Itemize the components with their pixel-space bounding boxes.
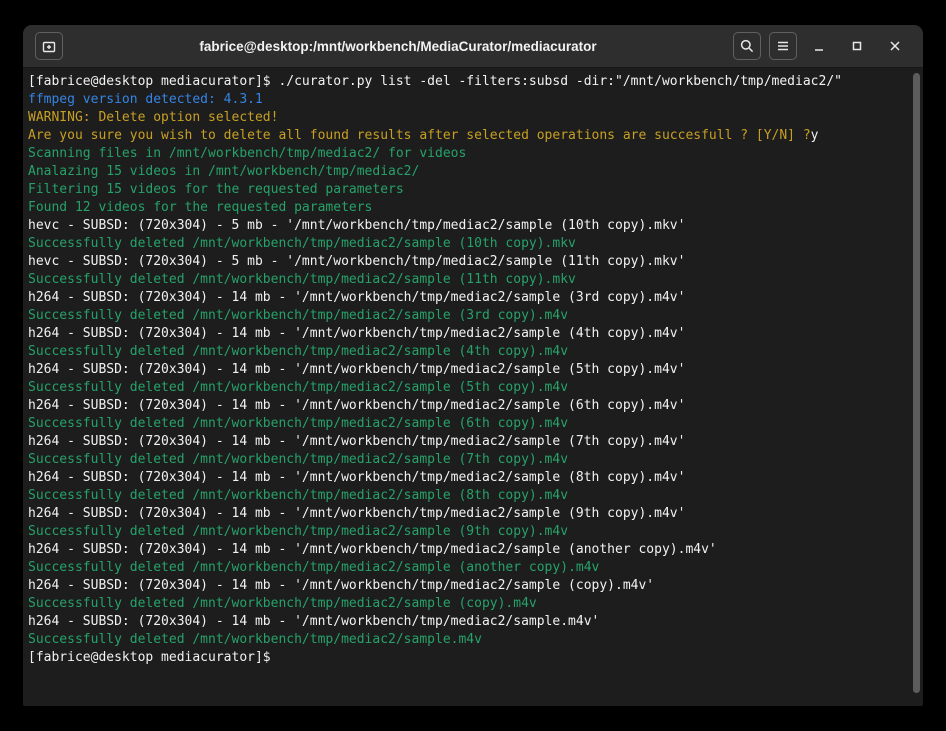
terminal-line: Filtering 15 videos for the requested pa… (28, 181, 909, 199)
headerbar[interactable]: fabrice@desktop:/mnt/workbench/MediaCura… (23, 25, 923, 68)
terminal-line: Are you sure you wish to delete all foun… (28, 127, 909, 145)
terminal-line: Successfully deleted /mnt/workbench/tmp/… (28, 235, 909, 253)
terminal-line: Successfully deleted /mnt/workbench/tmp/… (28, 487, 909, 505)
terminal-line: h264 - SUBSD: (720x304) - 14 mb - '/mnt/… (28, 541, 909, 559)
new-tab-icon (41, 38, 57, 54)
terminal-line: h264 - SUBSD: (720x304) - 14 mb - '/mnt/… (28, 577, 909, 595)
terminal-line: h264 - SUBSD: (720x304) - 14 mb - '/mnt/… (28, 397, 909, 415)
minimize-button[interactable] (803, 31, 835, 61)
maximize-button[interactable] (841, 31, 873, 61)
terminal-line: Successfully deleted /mnt/workbench/tmp/… (28, 451, 909, 469)
terminal-line: h264 - SUBSD: (720x304) - 14 mb - '/mnt/… (28, 469, 909, 487)
close-icon (887, 38, 903, 54)
terminal-line: Scanning files in /mnt/workbench/tmp/med… (28, 145, 909, 163)
minimize-icon (811, 38, 827, 54)
terminal-line: Successfully deleted /mnt/workbench/tmp/… (28, 523, 909, 541)
search-button[interactable] (733, 32, 761, 60)
terminal-line: Successfully deleted /mnt/workbench/tmp/… (28, 631, 909, 649)
terminal-line: Found 12 videos for the requested parame… (28, 199, 909, 217)
terminal-line: h264 - SUBSD: (720x304) - 14 mb - '/mnt/… (28, 361, 909, 379)
terminal-output[interactable]: [fabrice@desktop mediacurator]$ ./curato… (23, 68, 923, 705)
terminal-line: h264 - SUBSD: (720x304) - 14 mb - '/mnt/… (28, 289, 909, 307)
new-tab-button[interactable] (35, 32, 63, 60)
terminal-line: Successfully deleted /mnt/workbench/tmp/… (28, 415, 909, 433)
terminal-line: h264 - SUBSD: (720x304) - 14 mb - '/mnt/… (28, 325, 909, 343)
window-title: fabrice@desktop:/mnt/workbench/MediaCura… (63, 39, 733, 54)
window-controls (797, 31, 911, 61)
terminal-line: Successfully deleted /mnt/workbench/tmp/… (28, 343, 909, 361)
terminal-line: WARNING: Delete option selected! (28, 109, 909, 127)
terminal-line: h264 - SUBSD: (720x304) - 14 mb - '/mnt/… (28, 433, 909, 451)
terminal-line: Successfully deleted /mnt/workbench/tmp/… (28, 271, 909, 289)
terminal-line: ffmpeg version detected: 4.3.1 (28, 91, 909, 109)
scrollbar[interactable] (912, 73, 921, 699)
close-button[interactable] (879, 31, 911, 61)
maximize-icon (849, 38, 865, 54)
terminal-line: Successfully deleted /mnt/workbench/tmp/… (28, 559, 909, 577)
terminal-line: h264 - SUBSD: (720x304) - 14 mb - '/mnt/… (28, 505, 909, 523)
terminal-line: Successfully deleted /mnt/workbench/tmp/… (28, 379, 909, 397)
terminal-line: Successfully deleted /mnt/workbench/tmp/… (28, 307, 909, 325)
terminal-line: hevc - SUBSD: (720x304) - 5 mb - '/mnt/w… (28, 253, 909, 271)
menu-button[interactable] (769, 32, 797, 60)
hamburger-menu-icon (775, 38, 791, 54)
terminal-line: [fabrice@desktop mediacurator]$ (28, 649, 909, 667)
terminal-line: Analazing 15 videos in /mnt/workbench/tm… (28, 163, 909, 181)
search-icon (739, 38, 755, 54)
terminal-line: h264 - SUBSD: (720x304) - 14 mb - '/mnt/… (28, 613, 909, 631)
terminal-line: [fabrice@desktop mediacurator]$ ./curato… (28, 73, 909, 91)
scrollbar-thumb[interactable] (913, 73, 920, 693)
terminal-window: fabrice@desktop:/mnt/workbench/MediaCura… (23, 25, 923, 706)
terminal-line: Successfully deleted /mnt/workbench/tmp/… (28, 595, 909, 613)
terminal-line: hevc - SUBSD: (720x304) - 5 mb - '/mnt/w… (28, 217, 909, 235)
